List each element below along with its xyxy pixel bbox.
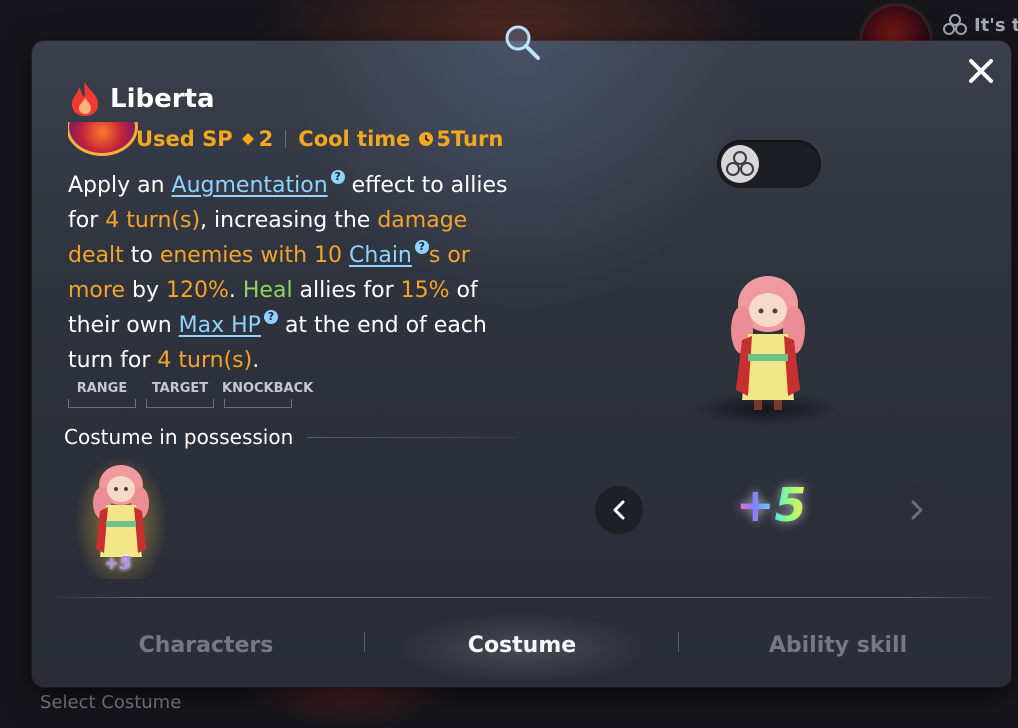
desc-heal: Heal [242,278,293,303]
skill-cost-row: Used SP 2 Cool time 5Turn [68,122,538,156]
question-icon[interactable]: ? [414,240,429,254]
tag-target: TARGET [144,380,216,410]
desc-text: Apply an [68,173,172,198]
tab-costume[interactable]: Costume [364,610,680,680]
tag-range: RANGE [66,380,138,410]
tab-ability-skill[interactable]: Ability skill [680,610,996,680]
desc-highlight: enemies with 10 [159,243,343,268]
flame-icon [72,82,98,116]
background-top-right-text: It's th [974,14,1018,36]
next-costume-button[interactable] [893,486,941,534]
question-icon[interactable]: ? [263,310,278,324]
desc-highlight: 15% [400,278,450,303]
augmentation-link[interactable]: Augmentation [172,173,328,198]
sp-value: 2 [258,127,274,151]
character-preview [731,276,805,410]
tag-knockback: KNOCKBACK [222,380,313,410]
sp-diamond-icon [241,133,254,145]
close-icon [969,59,993,83]
desc-text: , increasing the [200,208,378,233]
skill-icon [68,122,138,156]
desc-highlight: 4 turn(s) [105,208,201,233]
clock-icon [419,132,434,146]
background-top-right: It's th [942,14,1018,36]
tab-divider [48,597,996,598]
skill-description: Apply an Augmentation? effect to allies … [68,168,508,378]
desc-highlight: 4 turn(s) [157,348,253,373]
tab-separator [364,632,365,652]
chain-link[interactable]: Chain [349,243,412,268]
desc-text: . [228,278,243,303]
chain-circles-icon [943,14,967,35]
thumbnail-level-badge: +5 [104,553,132,574]
desc-highlight: 120% [165,278,229,303]
close-button[interactable] [964,54,998,88]
chain-toggle[interactable] [717,140,821,188]
desc-text: to [123,243,160,268]
select-costume-label: Select Costume [40,692,182,713]
sp-separator [285,130,287,148]
max-hp-link[interactable]: Max HP [179,313,261,338]
toggle-knob [721,145,759,183]
header-divider [307,436,518,438]
skill-title-row: Liberta [68,80,215,118]
question-icon[interactable]: ? [330,170,345,184]
desc-text: allies for [292,278,401,303]
desc-text: by [125,278,166,303]
desc-text: . [252,348,260,373]
costume-possession-header: Costume in possession [64,425,518,449]
skill-name: Liberta [110,84,215,114]
chevron-right-icon [911,500,923,520]
previous-costume-button[interactable] [595,486,643,534]
tab-characters[interactable]: Characters [48,610,364,680]
chain-circles-icon [726,151,754,176]
chevron-left-icon [613,500,625,520]
background-character [240,688,460,728]
tab-separator [678,632,679,652]
skill-tags: RANGE TARGET KNOCKBACK [66,380,313,410]
sp-label: Used SP [136,127,233,151]
costume-possession-title: Costume in possession [64,425,294,449]
bottom-tab-bar: Characters Costume Ability skill [48,610,996,680]
costume-level-display: +5 [736,478,807,532]
cool-time-value: 5Turn [436,127,504,151]
cool-time-label: Cool time [298,127,411,151]
search-icon [505,25,540,60]
